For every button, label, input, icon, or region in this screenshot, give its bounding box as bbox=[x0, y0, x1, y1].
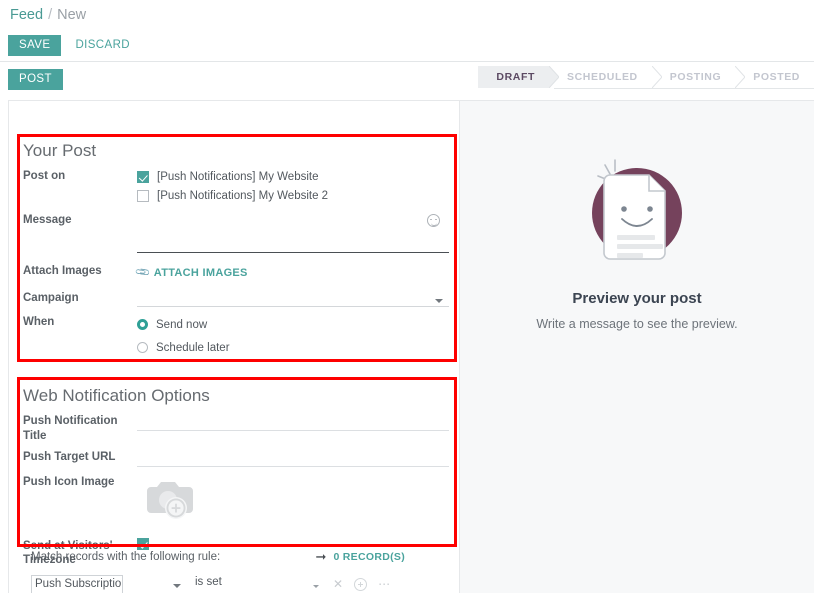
save-button[interactable]: SAVE bbox=[8, 34, 62, 56]
form-sheet: Your Post Post on [Push Notifications] M… bbox=[8, 100, 814, 593]
field-push-notification-title: Push Notification Title bbox=[9, 412, 459, 444]
radio-label: Schedule later bbox=[156, 341, 230, 354]
checkbox-my-website-2[interactable] bbox=[137, 189, 149, 202]
push-target-url-underline bbox=[137, 466, 449, 467]
radio-label: Send now bbox=[156, 318, 208, 331]
discard-button[interactable]: DISCARD bbox=[73, 34, 132, 56]
checkbox-label: [Push Notifications] My Website bbox=[157, 170, 319, 183]
radio-send-now[interactable] bbox=[137, 319, 148, 330]
push-target-url-input[interactable] bbox=[137, 450, 449, 466]
group-title-web-notification-options: Web Notification Options bbox=[23, 386, 210, 405]
preview-title: Preview your post bbox=[572, 290, 702, 307]
push-target-url-input-wrapper[interactable] bbox=[137, 448, 449, 469]
campaign-underline bbox=[137, 306, 449, 307]
field-label-attach-images: Attach Images bbox=[23, 265, 102, 277]
arrow-right-icon: ➞ bbox=[315, 549, 327, 564]
domain-rule-heading: Match records with the following rule: bbox=[31, 551, 221, 563]
group-your-post: Your Post Post on [Push Notifications] M… bbox=[9, 141, 459, 363]
post-on-option[interactable]: [Push Notifications] My Website 2 bbox=[137, 186, 387, 205]
status-bar: DRAFT SCHEDULED POSTING POSTED bbox=[478, 66, 814, 88]
camera-add-icon[interactable] bbox=[137, 473, 199, 523]
group-web-notification-options: Web Notification Options Push Notificati… bbox=[9, 386, 459, 571]
field-label-push-title: Push Notification Title bbox=[23, 415, 118, 442]
statusbar-divider bbox=[554, 88, 814, 89]
group-title-your-post: Your Post bbox=[23, 141, 97, 160]
field-push-icon-image: Push Icon Image bbox=[9, 473, 459, 523]
domain-rule-row: Push Subscription is set ✕ ⋯ bbox=[17, 572, 459, 593]
field-push-target-url: Push Target URL bbox=[9, 448, 459, 469]
status-stage-scheduled[interactable]: SCHEDULED bbox=[549, 66, 662, 88]
field-when: When Send now Schedule later bbox=[9, 313, 459, 359]
field-campaign: Campaign bbox=[9, 289, 459, 309]
chevron-down-icon[interactable] bbox=[173, 583, 181, 588]
domain-field-select[interactable]: Push Subscription bbox=[31, 574, 191, 593]
field-label-campaign: Campaign bbox=[23, 292, 79, 304]
chevron-down-icon[interactable] bbox=[435, 299, 443, 303]
status-stage-label: SCHEDULED bbox=[567, 71, 638, 83]
when-option-send-now[interactable]: Send now bbox=[137, 313, 387, 336]
field-post-on: Post on [Push Notifications] My Website … bbox=[9, 167, 459, 205]
field-label-post-on: Post on bbox=[23, 170, 66, 182]
attach-images-label: ATTACH IMAGES bbox=[153, 266, 248, 279]
close-icon[interactable]: ✕ bbox=[333, 578, 343, 590]
checkbox-label: [Push Notifications] My Website 2 bbox=[157, 189, 329, 202]
document-smiley-icon bbox=[577, 149, 697, 274]
ellipsis-icon[interactable]: ⋯ bbox=[378, 578, 391, 590]
push-title-underline bbox=[137, 430, 449, 431]
preview-panel: Preview your post Write a message to see… bbox=[459, 101, 814, 593]
push-title-input[interactable] bbox=[137, 414, 449, 430]
breadcrumb-current: New bbox=[57, 7, 87, 23]
domain-field-value: Push Subscription bbox=[31, 574, 123, 593]
post-button[interactable]: POST bbox=[8, 68, 63, 90]
status-stage-label: POSTED bbox=[753, 71, 800, 83]
status-stage-posting[interactable]: POSTING bbox=[652, 66, 746, 88]
status-stage-posted[interactable]: POSTED bbox=[735, 66, 814, 88]
domain-operator-value: is set bbox=[195, 575, 222, 588]
smiley-icon[interactable] bbox=[427, 214, 440, 227]
checkbox-my-website[interactable] bbox=[137, 170, 149, 183]
push-title-input-wrapper[interactable] bbox=[137, 412, 449, 433]
field-attach-images: Attach Images 📎 ATTACH IMAGES bbox=[9, 262, 459, 281]
post-on-option[interactable]: [Push Notifications] My Website bbox=[137, 167, 387, 186]
odoo-social-post-form: Feed / New SAVE DISCARD POST DRAFT SCHED… bbox=[0, 0, 814, 593]
domain-operator-select[interactable]: is set bbox=[193, 575, 323, 593]
when-option-schedule-later[interactable]: Schedule later bbox=[137, 336, 387, 359]
radio-schedule-later[interactable] bbox=[137, 342, 148, 353]
status-stage-label: DRAFT bbox=[496, 71, 535, 83]
breadcrumb: Feed / New bbox=[10, 4, 86, 26]
chevron-down-icon[interactable] bbox=[313, 584, 319, 588]
plus-circle-icon[interactable] bbox=[354, 577, 368, 591]
field-label-when: When bbox=[23, 316, 55, 328]
breadcrumb-root[interactable]: Feed bbox=[10, 7, 43, 23]
message-underline bbox=[137, 252, 449, 253]
message-input-wrapper[interactable] bbox=[137, 211, 449, 253]
status-stage-label: POSTING bbox=[669, 71, 722, 83]
attach-images-button[interactable]: 📎 ATTACH IMAGES bbox=[134, 264, 248, 281]
field-message: Message bbox=[9, 211, 459, 253]
paperclip-icon: 📎 bbox=[134, 264, 152, 281]
breadcrumb-separator: / bbox=[48, 7, 53, 23]
form-left-column: Your Post Post on [Push Notifications] M… bbox=[9, 101, 459, 593]
field-label-message: Message bbox=[23, 214, 72, 226]
field-label-push-icon-image: Push Icon Image bbox=[23, 476, 115, 488]
preview-subtitle: Write a message to see the preview. bbox=[536, 317, 738, 331]
action-bar: SAVE DISCARD bbox=[0, 30, 814, 60]
domain-rule-editor: Match records with the following rule: ➞… bbox=[17, 548, 459, 593]
domain-rule-header: Match records with the following rule: ➞… bbox=[17, 548, 459, 566]
field-label-push-target-url: Push Target URL bbox=[23, 451, 116, 463]
record-count-link[interactable]: 0 RECORD(S) bbox=[333, 551, 405, 563]
campaign-select[interactable] bbox=[137, 289, 449, 309]
status-stage-draft[interactable]: DRAFT bbox=[478, 66, 559, 88]
